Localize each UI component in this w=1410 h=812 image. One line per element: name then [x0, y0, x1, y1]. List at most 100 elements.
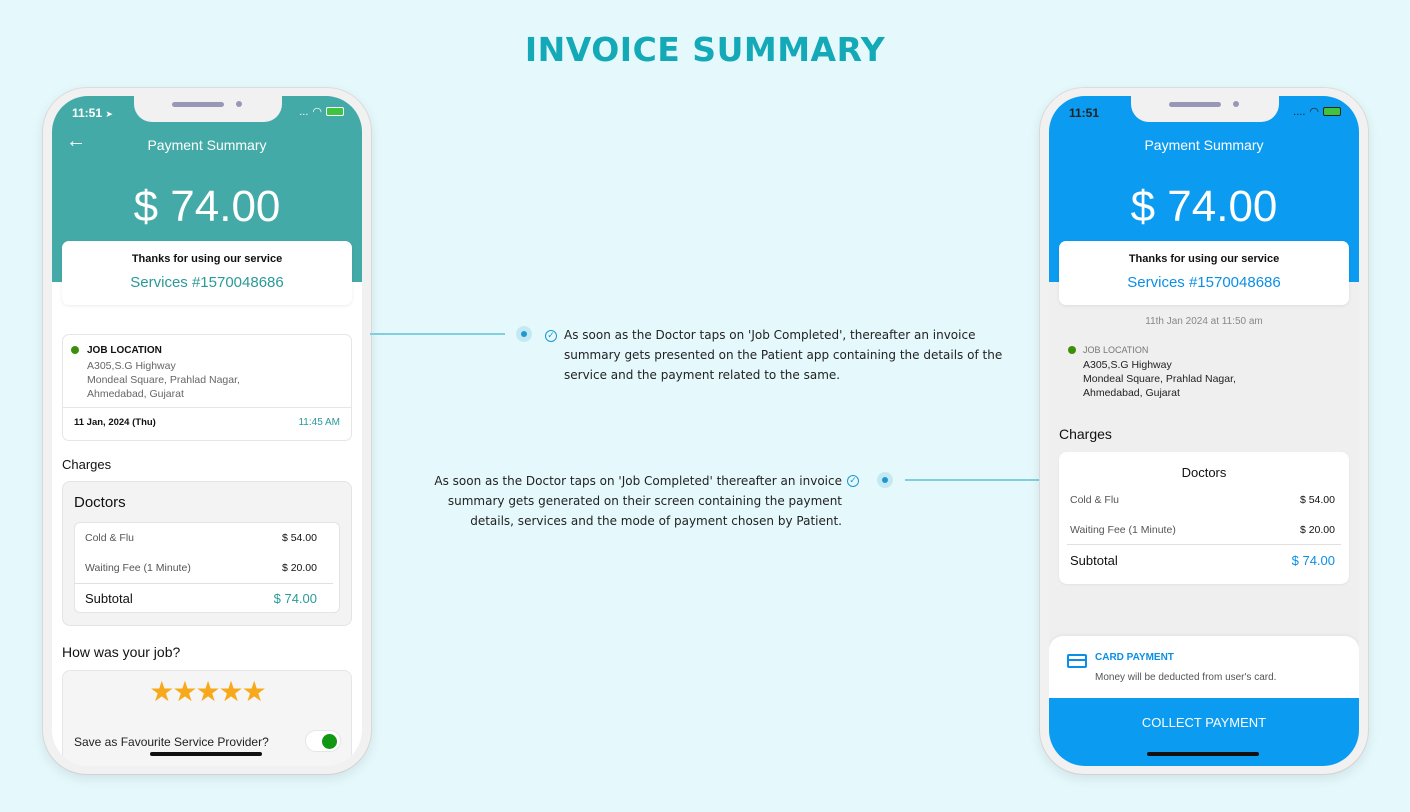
- charges-category: Doctors: [1181, 465, 1227, 480]
- address-line: Ahmedabad, Gujarat: [87, 388, 184, 400]
- payment-method-desc: Money will be deducted from user's card.: [1095, 672, 1277, 683]
- header-title: Payment Summary: [147, 137, 267, 153]
- address-line: A305,S.G Highway: [87, 360, 176, 372]
- charge-item-name: Cold & Flu: [85, 532, 135, 544]
- address-line: Mondeal Square, Prahlad Nagar,: [87, 374, 240, 386]
- annotation-line: As soon as the Doctor taps on 'Job Compl…: [434, 474, 842, 488]
- subtotal-label: Subtotal: [1070, 553, 1118, 568]
- camera: [1233, 101, 1239, 107]
- address-line: Ahmedabad, Gujarat: [1083, 387, 1180, 399]
- charge-item: Waiting Fee (1 Minute) $ 20.00: [85, 562, 317, 574]
- address-line: Mondeal Square, Prahlad Nagar,: [1083, 373, 1236, 385]
- patient-annotation: As soon as the Doctor taps on 'Job Compl…: [564, 325, 1002, 385]
- doctor-annotation: As soon as the Doctor taps on 'Job Compl…: [434, 471, 842, 531]
- status-time: 11:51 ➤: [72, 106, 113, 120]
- patient-screen: ← Payment Summary $ 74.00 11:51 ➤ ... ◠ …: [52, 96, 362, 766]
- favourite-toggle[interactable]: [305, 730, 341, 752]
- speaker: [172, 102, 224, 107]
- address-line: A305,S.G Highway: [1083, 359, 1172, 371]
- job-date: 11 Jan, 2024 (Thu): [74, 417, 156, 428]
- subtotal-label: Subtotal: [85, 591, 133, 606]
- location-dot-icon: [71, 346, 79, 354]
- service-id: Services #1570048686: [130, 274, 284, 291]
- battery-charging-icon: [1323, 107, 1341, 116]
- camera: [236, 101, 242, 107]
- charge-item-name: Cold & Flu: [1070, 494, 1120, 506]
- connector-line: [370, 333, 505, 335]
- divider: [1067, 544, 1341, 545]
- thanks-card: Thanks for using our service Services #1…: [62, 241, 352, 305]
- job-location-address: A305,S.G Highway Mondeal Square, Prahlad…: [1083, 358, 1236, 400]
- status-time: 11:51: [1069, 106, 1100, 120]
- charge-item-price: $ 20.00: [1299, 524, 1335, 536]
- doctor-screen: Payment Summary $ 74.00 11:51 .... ◠ Tha…: [1049, 96, 1359, 766]
- annotation-line: summary gets presented on the Patient ap…: [564, 348, 1003, 362]
- job-location-title: JOB LOCATION: [87, 345, 162, 356]
- charges-box: Doctors Cold & Flu $ 54.00 Waiting Fee (…: [1059, 452, 1349, 584]
- signal-icon: ...: [299, 105, 309, 118]
- annotation-line: As soon as the Doctor taps on 'Job Compl…: [564, 328, 976, 342]
- home-indicator: [150, 752, 262, 756]
- patient-phone: ← Payment Summary $ 74.00 11:51 ➤ ... ◠ …: [43, 88, 371, 774]
- subtotal-row: Subtotal $ 74.00: [1070, 553, 1335, 568]
- charges-label: Charges: [62, 457, 112, 472]
- star-icon[interactable]: ★: [149, 676, 174, 707]
- charge-item-name: Waiting Fee (1 Minute): [85, 562, 191, 574]
- job-location-title: JOB LOCATION: [1083, 345, 1149, 355]
- home-indicator: [1147, 752, 1259, 756]
- status-time-text: 11:51: [72, 106, 103, 120]
- status-icons: .... ◠: [1293, 105, 1341, 118]
- speaker: [1169, 102, 1221, 107]
- location-dot-icon: [1068, 346, 1076, 354]
- charge-item-price: $ 20.00: [281, 562, 317, 574]
- charges-category: Doctors: [74, 494, 126, 511]
- total-amount: $ 74.00: [133, 182, 281, 231]
- check-circle-icon: ✓: [545, 330, 557, 342]
- connector-line: [905, 479, 1042, 481]
- job-timestamp: 11th Jan 2024 at 11:50 am: [1145, 316, 1263, 327]
- page-title: INVOICE SUMMARY: [524, 30, 886, 69]
- star-icon[interactable]: ★: [195, 676, 220, 707]
- payment-method-title: CARD PAYMENT: [1095, 652, 1174, 663]
- star-icon[interactable]: ★: [172, 676, 197, 707]
- wifi-icon: ◠: [1309, 106, 1319, 118]
- thanks-text: Thanks for using our service: [1128, 253, 1280, 265]
- check-circle-icon: ✓: [847, 475, 859, 487]
- divider: [63, 407, 351, 408]
- favourite-label: Save as Favourite Service Provider?: [74, 735, 269, 749]
- charge-item: Waiting Fee (1 Minute) $ 20.00: [1070, 524, 1335, 536]
- job-location-card: JOB LOCATION A305,S.G Highway Mondeal Sq…: [62, 334, 352, 441]
- location-arrow-icon: ➤: [105, 109, 113, 119]
- credit-card-icon: [1067, 654, 1087, 668]
- battery-charging-icon: [326, 107, 344, 116]
- star-rating[interactable]: ★★★★★: [63, 675, 351, 708]
- thanks-card: Thanks for using our service Services #1…: [1059, 241, 1349, 305]
- job-location-address: A305,S.G Highway Mondeal Square, Prahlad…: [87, 359, 240, 401]
- notch: [1131, 96, 1279, 122]
- job-time: 11:45 AM: [298, 417, 340, 428]
- service-id: Services #1570048686: [1127, 274, 1281, 291]
- subtotal-value: $ 74.00: [1291, 553, 1335, 568]
- star-icon[interactable]: ★: [219, 676, 244, 707]
- rating-question: How was your job?: [62, 644, 181, 660]
- charge-item: Cold & Flu $ 54.00: [1070, 494, 1335, 506]
- thanks-text: Thanks for using our service: [131, 253, 283, 265]
- charge-item-price: $ 54.00: [1299, 494, 1335, 506]
- toggle-knob: [322, 734, 337, 749]
- star-icon[interactable]: ★: [242, 676, 267, 707]
- charges-box: Doctors Cold & Flu $ 54.00 Waiting Fee (…: [62, 481, 352, 626]
- subtotal-row: Subtotal $ 74.00: [85, 591, 317, 606]
- charges-items-card: Cold & Flu $ 54.00 Waiting Fee (1 Minute…: [74, 522, 340, 613]
- charge-item-name: Waiting Fee (1 Minute): [1070, 524, 1176, 536]
- annotation-line: summary gets generated on their screen c…: [447, 494, 842, 508]
- signal-icon: ....: [1293, 105, 1306, 118]
- doctor-phone: Payment Summary $ 74.00 11:51 .... ◠ Tha…: [1040, 88, 1368, 774]
- header-title: Payment Summary: [1144, 137, 1264, 153]
- charges-label: Charges: [1059, 426, 1112, 442]
- connector-node: [877, 472, 893, 488]
- charge-item-price: $ 54.00: [281, 532, 317, 544]
- total-amount: $ 74.00: [1130, 182, 1278, 231]
- wifi-icon: ◠: [312, 106, 322, 118]
- status-icons: ... ◠: [299, 105, 344, 118]
- charge-item: Cold & Flu $ 54.00: [85, 532, 317, 544]
